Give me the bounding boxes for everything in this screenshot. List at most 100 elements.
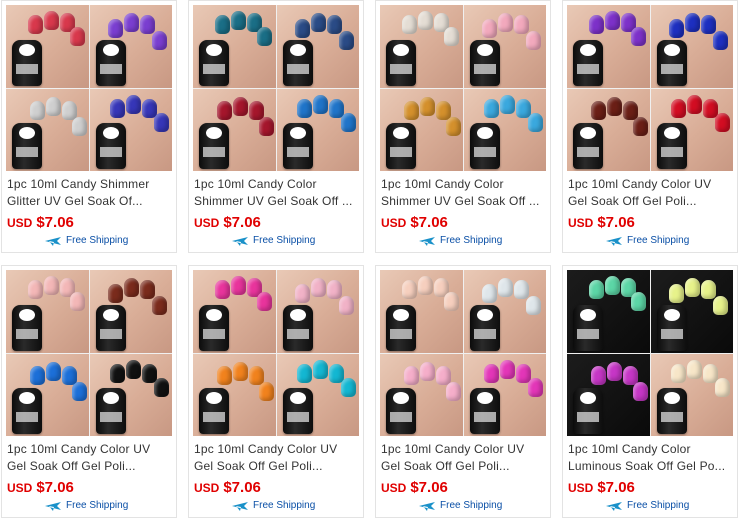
polish-bottle	[573, 388, 603, 434]
price-amount: $7.06	[597, 479, 635, 496]
polish-bottle	[469, 123, 500, 169]
nail-swatch	[139, 15, 155, 34]
nail-swatch	[249, 100, 264, 120]
product-card[interactable]: 1pc 10ml Candy Color Shimmer UV Gel Soak…	[188, 0, 364, 253]
nail-swatch	[107, 284, 123, 303]
swatch-2	[276, 270, 359, 353]
swatch-3	[567, 88, 650, 171]
polish-bottle	[656, 388, 687, 434]
free-shipping-label: Free Shipping	[627, 500, 690, 511]
product-title[interactable]: 1pc 10ml Candy Color Shimmer UV Gel Soak…	[381, 176, 547, 212]
price-amount: $7.06	[410, 479, 448, 496]
product-title[interactable]: 1pc 10ml Candy Color UV Gel Soak Off Gel…	[568, 176, 734, 212]
product-card[interactable]: 1pc 10ml Candy Color Luminous Soak Off G…	[562, 265, 738, 518]
nail-swatch	[70, 292, 85, 311]
free-shipping-label: Free Shipping	[253, 235, 316, 246]
airplane-icon	[45, 502, 61, 511]
product-price: USD $7.06	[381, 214, 448, 232]
product-card[interactable]: 1pc 10ml Candy Color UV Gel Soak Off Gel…	[1, 265, 177, 518]
nail-swatch	[30, 100, 45, 120]
polish-bottle	[95, 39, 126, 86]
nail-swatch	[631, 292, 646, 311]
product-card[interactable]: 1pc 10ml Candy Color UV Gel Soak Off Gel…	[188, 265, 364, 518]
swatch-4	[463, 88, 546, 171]
price-amount: $7.06	[223, 214, 261, 231]
polish-bottle	[12, 39, 42, 86]
polish-bottle	[656, 39, 687, 86]
product-title[interactable]: 1pc 10ml Candy Shimmer Glitter UV Gel So…	[7, 176, 173, 212]
swatch-1	[567, 270, 650, 353]
product-image[interactable]	[193, 5, 359, 171]
nail-swatch	[446, 116, 461, 136]
nail-swatch	[109, 363, 125, 383]
nail-swatch	[296, 98, 312, 118]
nail-swatch	[123, 13, 139, 32]
nail-swatch	[328, 98, 344, 118]
product-title[interactable]: 1pc 10ml Candy Color Luminous Soak Off G…	[568, 441, 734, 477]
nail-swatch	[702, 363, 718, 383]
product-title[interactable]: 1pc 10ml Candy Color UV Gel Soak Off Gel…	[194, 441, 360, 477]
swatch-3	[6, 353, 89, 436]
swatch-2	[89, 5, 172, 88]
nail-swatch	[712, 296, 728, 315]
nail-swatch	[589, 280, 604, 299]
swatch-3	[6, 88, 89, 171]
product-card[interactable]: 1pc 10ml Candy Color Shimmer UV Gel Soak…	[375, 0, 551, 253]
nail-swatch	[446, 381, 461, 401]
nail-swatch	[231, 11, 246, 30]
nail-swatch	[525, 296, 541, 315]
swatch-3	[567, 353, 650, 436]
product-image[interactable]	[6, 270, 172, 436]
nail-swatch	[338, 296, 354, 315]
nail-swatch	[420, 96, 435, 116]
price-amount: $7.06	[223, 479, 261, 496]
airplane-icon	[419, 502, 435, 511]
product-image[interactable]	[6, 5, 172, 171]
nail-swatch	[62, 100, 77, 120]
price-amount: $7.06	[36, 479, 74, 496]
product-title[interactable]: 1pc 10ml Candy Color Shimmer UV Gel Soak…	[194, 176, 360, 212]
polish-bottle	[469, 304, 500, 351]
nail-swatch	[326, 15, 342, 34]
nail-swatch	[527, 377, 543, 397]
nail-swatch	[231, 276, 246, 295]
nail-swatch	[28, 15, 43, 34]
nail-swatch	[310, 13, 326, 32]
swatch-2	[463, 270, 546, 353]
polish-bottle	[386, 123, 416, 169]
product-image[interactable]	[380, 5, 546, 171]
nail-swatch	[151, 31, 167, 50]
nail-swatch	[153, 377, 169, 397]
nail-swatch	[499, 359, 515, 379]
product-card[interactable]: 1pc 10ml Candy Color UV Gel Soak Off Gel…	[562, 0, 738, 253]
nail-swatch	[591, 365, 606, 385]
polish-bottle	[282, 39, 313, 86]
nail-swatch	[483, 98, 499, 118]
polish-bottle	[386, 388, 416, 434]
product-image[interactable]	[567, 5, 733, 171]
nail-swatch	[527, 112, 543, 132]
nail-swatch	[515, 363, 531, 383]
nail-swatch	[605, 11, 620, 30]
product-image[interactable]	[193, 270, 359, 436]
product-title[interactable]: 1pc 10ml Candy Color UV Gel Soak Off Gel…	[381, 441, 547, 477]
nail-swatch	[312, 94, 328, 114]
swatch-2	[650, 5, 733, 88]
product-image[interactable]	[567, 270, 733, 436]
nail-swatch	[257, 292, 272, 311]
nail-swatch	[700, 15, 716, 34]
nail-swatch	[310, 278, 326, 297]
product-image[interactable]	[380, 270, 546, 436]
price-currency: USD	[194, 481, 220, 495]
product-card[interactable]: 1pc 10ml Candy Shimmer Glitter UV Gel So…	[1, 0, 177, 253]
nail-swatch	[340, 112, 356, 132]
nail-swatch	[712, 31, 728, 50]
nail-swatch	[233, 96, 248, 116]
nail-swatch	[294, 19, 310, 38]
product-card[interactable]: 1pc 10ml Candy Color UV Gel Soak Off Gel…	[375, 265, 551, 518]
nail-swatch	[328, 363, 344, 383]
nail-swatch	[418, 276, 433, 295]
free-shipping-label: Free Shipping	[66, 500, 129, 511]
nail-swatch	[686, 94, 702, 114]
product-title[interactable]: 1pc 10ml Candy Color UV Gel Soak Off Gel…	[7, 441, 173, 477]
